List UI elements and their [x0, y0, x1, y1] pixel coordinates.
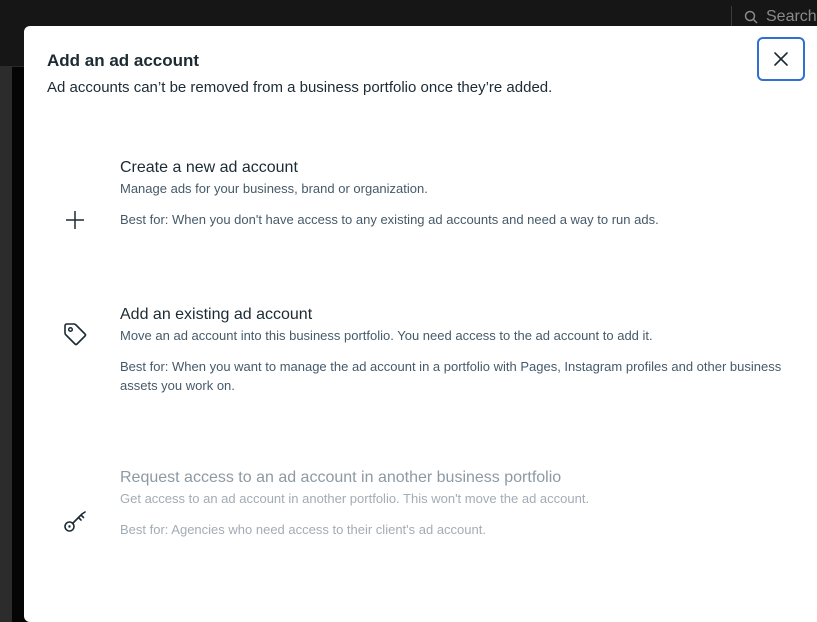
- option-description: Manage ads for your business, brand or o…: [120, 181, 428, 196]
- tag-icon: [60, 319, 90, 349]
- option-add-existing-ad-account[interactable]: Add an existing ad account Move an ad ac…: [24, 305, 817, 415]
- option-title: Add an existing ad account: [120, 306, 313, 323]
- background-sidebar-edge: [0, 66, 12, 622]
- option-description: Move an ad account into this business po…: [120, 328, 653, 343]
- close-button[interactable]: [757, 37, 805, 81]
- option-best-for: Best for: When you want to manage the ad…: [120, 359, 782, 393]
- dialog-subtitle: Ad accounts can’t be removed from a busi…: [47, 79, 553, 96]
- option-title: Request access to an ad account in anoth…: [120, 469, 562, 486]
- option-title: Create a new ad account: [120, 159, 298, 176]
- option-best-for: Best for: When you don't have access to …: [120, 212, 659, 227]
- plus-icon: [60, 205, 90, 235]
- option-text: Request access to an ad account in anoth…: [120, 468, 800, 539]
- option-best-for: Best for: Agencies who need access to th…: [120, 522, 486, 537]
- search-placeholder: Search: [766, 8, 817, 25]
- option-description: Get access to an ad account in another p…: [120, 491, 590, 506]
- close-icon: [774, 52, 788, 66]
- option-request-access-ad-account: Request access to an ad account in anoth…: [24, 468, 817, 568]
- option-text: Create a new ad account Manage ads for y…: [120, 158, 800, 229]
- background-search: Search: [731, 6, 817, 28]
- search-icon: [744, 10, 758, 24]
- add-ad-account-dialog: Add an ad account Ad accounts can’t be r…: [24, 26, 817, 622]
- option-create-new-ad-account[interactable]: Create a new ad account Manage ads for y…: [24, 158, 817, 268]
- dialog-title: Add an ad account: [47, 51, 200, 70]
- option-text: Add an existing ad account Move an ad ac…: [120, 305, 800, 395]
- key-icon: [60, 506, 90, 536]
